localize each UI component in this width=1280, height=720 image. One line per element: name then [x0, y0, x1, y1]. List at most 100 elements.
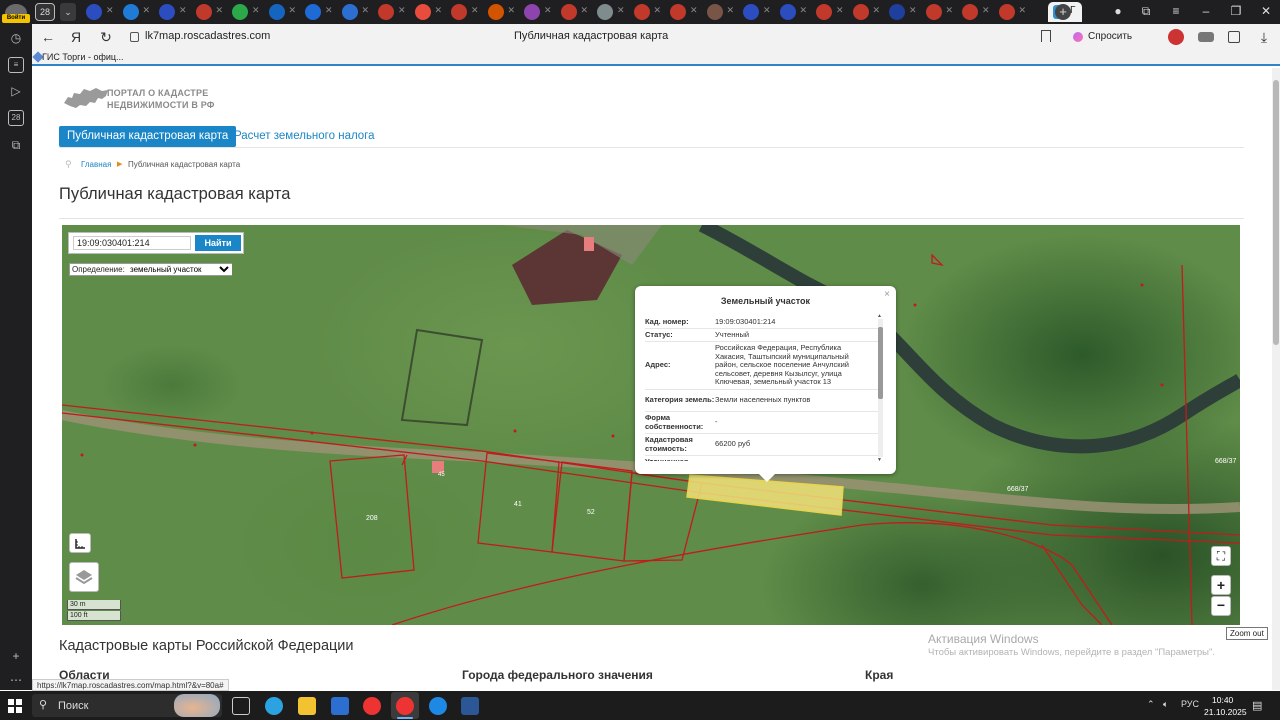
tab-close-icon[interactable]: ✕: [690, 5, 698, 16]
more-icon[interactable]: ⋯: [8, 672, 24, 688]
taskbar-search[interactable]: ⚲ Поиск: [32, 694, 222, 717]
tab-favicon-icon[interactable]: [962, 4, 978, 20]
new-tab-button[interactable]: +: [1055, 4, 1071, 20]
scroll-up-icon[interactable]: ▲: [877, 313, 882, 319]
notes-icon[interactable]: ≡: [8, 57, 24, 73]
fullscreen-icon[interactable]: ⛶: [1211, 546, 1231, 566]
start-button[interactable]: [8, 699, 22, 713]
yandex-browser-icon[interactable]: [363, 697, 381, 715]
tab-favicon-icon[interactable]: [670, 4, 686, 20]
nav-land-tax[interactable]: Расчет земельного налога: [234, 126, 375, 147]
parcel-label[interactable]: 45: [438, 472, 445, 478]
yandex-icon[interactable]: Я: [68, 29, 84, 45]
tab-close-icon[interactable]: ✕: [581, 5, 589, 16]
tab-close-icon[interactable]: ✕: [873, 5, 881, 16]
add-panel-icon[interactable]: +: [8, 648, 24, 664]
restore-icon[interactable]: ❐: [1228, 4, 1244, 18]
breadcrumb-home[interactable]: Главная: [81, 160, 111, 169]
tab-favicon-icon[interactable]: [122, 4, 139, 20]
reload-icon[interactable]: ↻: [98, 29, 114, 45]
tab-close-icon[interactable]: ✕: [289, 5, 297, 16]
find-button[interactable]: Найти: [195, 235, 241, 251]
nav-public-cadastral-map[interactable]: Публичная кадастровая карта: [59, 126, 237, 147]
ask-button[interactable]: Спросить: [1068, 28, 1138, 46]
tab-favicon-icon[interactable]: [159, 4, 175, 20]
login-badge[interactable]: Войти: [2, 14, 30, 23]
menu-icon[interactable]: ≡: [1168, 4, 1184, 18]
tab-favicon-icon[interactable]: [597, 4, 613, 20]
layers-button[interactable]: [69, 562, 99, 592]
tab-count-button[interactable]: 28: [35, 3, 55, 21]
measure-tool-button[interactable]: [69, 533, 91, 553]
tab-favicon-icon[interactable]: [706, 4, 723, 20]
tab-favicon-icon[interactable]: [852, 4, 869, 20]
tab-close-icon[interactable]: ✕: [982, 5, 990, 16]
zoom-in-button[interactable]: +: [1211, 575, 1231, 595]
zoom-out-button[interactable]: −: [1211, 596, 1231, 616]
popup-close-icon[interactable]: ×: [884, 289, 890, 300]
scroll-down-icon[interactable]: ▼: [877, 457, 882, 463]
tab-close-icon[interactable]: ✕: [435, 5, 443, 16]
parcel-label[interactable]: 668/37: [1007, 486, 1029, 493]
back-arrow-icon[interactable]: ←: [40, 29, 56, 45]
tab-favicon-icon[interactable]: [998, 4, 1015, 20]
yandex-browser-active-icon[interactable]: [396, 697, 414, 715]
tab-close-icon[interactable]: ✕: [1019, 5, 1027, 16]
tab-close-icon[interactable]: ✕: [216, 5, 224, 16]
tab-favicon-icon[interactable]: [925, 4, 942, 20]
tab-favicon-icon[interactable]: [414, 4, 431, 20]
tab-close-icon[interactable]: ✕: [398, 5, 406, 16]
telegram-icon[interactable]: [429, 697, 447, 715]
tab-favicon-icon[interactable]: [816, 4, 832, 20]
tabs-menu-chevron-icon[interactable]: ⌄: [60, 3, 76, 21]
tab-favicon-icon[interactable]: [341, 4, 358, 20]
tab-favicon-icon[interactable]: [779, 4, 796, 20]
parcel-label[interactable]: 41: [514, 501, 522, 508]
tab-favicon-icon[interactable]: [86, 4, 102, 20]
page-scroll-thumb[interactable]: [1273, 80, 1279, 345]
tab-close-icon[interactable]: ✕: [909, 5, 917, 16]
page-scrollbar[interactable]: [1272, 68, 1280, 690]
logo-text[interactable]: ПОРТАЛ О КАДАСТРЕ НЕДВИЖИМОСТИ В РФ: [107, 87, 215, 111]
task-view-icon[interactable]: [232, 697, 250, 715]
bookmark-icon[interactable]: [1041, 30, 1051, 42]
tab-close-icon[interactable]: ✕: [800, 5, 808, 16]
word-icon[interactable]: [461, 697, 479, 715]
tab-close-icon[interactable]: ✕: [654, 5, 662, 16]
tab-favicon-icon[interactable]: [524, 4, 540, 20]
tab-close-icon[interactable]: ✕: [471, 5, 479, 16]
extension-3-icon[interactable]: [1228, 31, 1240, 43]
tab-close-icon[interactable]: ✕: [106, 5, 114, 16]
tab-close-icon[interactable]: ✕: [179, 5, 187, 16]
tab-close-icon[interactable]: ✕: [362, 5, 370, 16]
tab-favicon-icon[interactable]: [305, 4, 321, 20]
profile-icon[interactable]: ●: [1110, 4, 1126, 18]
clock-date[interactable]: 21.10.2025: [1204, 707, 1247, 717]
clock-time[interactable]: 10:40: [1212, 695, 1233, 705]
edge-icon[interactable]: [265, 697, 283, 715]
collections-icon[interactable]: ⧉: [1138, 4, 1154, 19]
parcel-label[interactable]: 52: [587, 509, 595, 516]
cadastral-map[interactable]: 208 41 52 668/37 668/37 45 Найти Определ…: [62, 225, 1240, 625]
parcel-label[interactable]: 668/37: [1215, 458, 1237, 465]
close-window-icon[interactable]: ✕: [1258, 4, 1274, 18]
popup-scrollbar[interactable]: ▲ ▼: [877, 313, 883, 463]
store-icon[interactable]: [331, 697, 349, 715]
file-explorer-icon[interactable]: [298, 697, 316, 715]
popup-scroll-thumb[interactable]: [878, 327, 883, 399]
tab-close-icon[interactable]: ✕: [617, 5, 625, 16]
tab-close-icon[interactable]: ✕: [836, 5, 844, 16]
extension-icon[interactable]: [1168, 29, 1184, 45]
tray-chevron-icon[interactable]: ⌃: [1147, 699, 1155, 710]
tab-favicon-icon[interactable]: [743, 4, 759, 20]
tab-close-icon[interactable]: ✕: [325, 5, 333, 16]
calendar-icon[interactable]: 28: [8, 110, 24, 126]
tab-close-icon[interactable]: ✕: [544, 5, 552, 16]
tab-close-icon[interactable]: ✕: [946, 5, 954, 16]
tab-close-icon[interactable]: ✕: [252, 5, 260, 16]
tab-favicon-icon[interactable]: [451, 4, 467, 20]
tab-favicon-icon[interactable]: [232, 4, 248, 20]
tab-favicon-icon[interactable]: [487, 4, 504, 20]
tab-favicon-icon[interactable]: [560, 4, 577, 20]
play-icon[interactable]: ▷: [8, 83, 24, 99]
